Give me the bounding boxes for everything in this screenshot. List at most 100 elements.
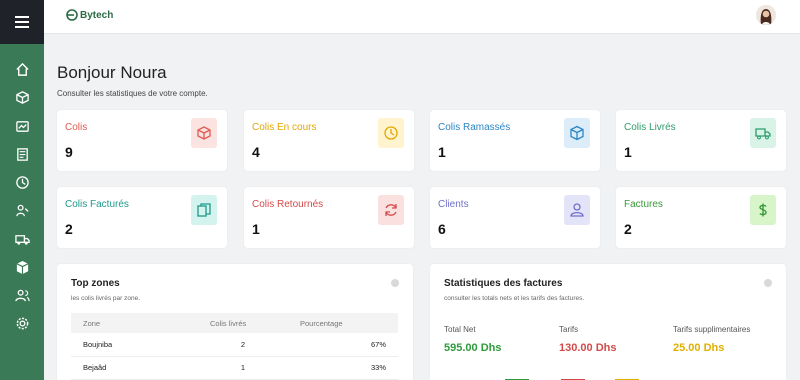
invoice-stats-subtitle: consulter les totals nets et les tarifs … [444, 295, 585, 302]
card-icon-badge [191, 118, 217, 148]
stat-card-colis-en-cours[interactable]: Colis En cours 4 [244, 110, 414, 171]
stat-tarifs: Tarifs 130.00 Dhs [559, 325, 616, 354]
stat-label: Total Net [444, 325, 476, 334]
user-icon [570, 203, 584, 217]
card-label: Colis Livrés [624, 122, 676, 133]
top-zones-title: Top zones [71, 278, 120, 289]
clock-icon [15, 175, 29, 189]
bytech-logo-icon [66, 9, 78, 21]
column-header-colis-livres: Colis livrés [198, 313, 288, 333]
top-zones-table: Zone Colis livrés Pourcentage Boujniba 2… [71, 313, 398, 380]
card-icon-badge [564, 195, 590, 225]
card-icon-badge [750, 195, 776, 225]
stat-label: Tarifs [559, 325, 579, 334]
stat-card-colis-retournes[interactable]: Colis Retournés 1 [244, 187, 414, 248]
sidebar-item-produits[interactable] [0, 254, 44, 280]
stat-label: Tarifs supplimentaires [673, 325, 751, 334]
menu-toggle-button[interactable] [0, 0, 44, 44]
sidebar-item-home[interactable] [0, 56, 44, 82]
card-value: 2 [624, 221, 632, 237]
stat-card-colis[interactable]: Colis 9 [57, 110, 227, 171]
sidebar-item-livreurs[interactable] [0, 197, 44, 223]
column-header-zone: Zone [71, 313, 198, 333]
card-label: Factures [624, 199, 663, 210]
cube-icon [570, 125, 584, 141]
users-icon [14, 289, 30, 301]
refresh-icon [385, 204, 397, 216]
stat-total-net: Total Net 595.00 Dhs [444, 325, 501, 354]
table-row: Bejaâd 1 33% [71, 356, 398, 380]
column-header-pourcentage: Pourcentage [288, 313, 398, 333]
card-value: 2 [65, 221, 73, 237]
card-icon-badge [191, 195, 217, 225]
person-delivery-icon [15, 204, 29, 216]
top-zones-panel: Top zones les colis livrés par zone. Zon… [57, 264, 413, 380]
hamburger-icon [15, 16, 29, 28]
panel-menu-icon[interactable] [391, 279, 399, 287]
zone-cell: Boujniba [71, 333, 198, 357]
settings-icon [16, 317, 28, 329]
zone-cell: Bejaâd [71, 356, 198, 380]
stat-value: 130.00 Dhs [559, 342, 617, 354]
sidebar-item-en-cours[interactable] [0, 169, 44, 195]
documents-icon [197, 203, 211, 217]
page-title: Bonjour Noura [57, 63, 167, 82]
topbar: Bytech [44, 0, 800, 34]
card-value: 4 [252, 144, 260, 160]
stat-card-clients[interactable]: Clients 6 [430, 187, 600, 248]
stat-tarifs-supplementaires: Tarifs supplimentaires 25.00 Dhs [673, 325, 750, 354]
pourcentage-cell: 33% [288, 356, 398, 380]
user-avatar[interactable] [756, 5, 776, 25]
truck-icon [755, 128, 771, 140]
card-label: Colis Facturés [65, 199, 129, 210]
card-icon-badge [750, 118, 776, 148]
sidebar-item-livraison[interactable] [0, 226, 44, 252]
colis-livres-cell: 1 [198, 356, 288, 380]
card-icon-badge [378, 118, 404, 148]
invoice-icon [16, 147, 28, 161]
chart-icon [15, 120, 29, 132]
stat-card-colis-factures[interactable]: Colis Facturés 2 [57, 187, 227, 248]
stat-card-colis-ramasses[interactable]: Colis Ramassés 1 [430, 110, 600, 171]
pourcentage-cell: 67% [288, 333, 398, 357]
truck-icon [14, 234, 30, 245]
stat-card-factures[interactable]: Factures 2 [616, 187, 786, 248]
card-icon-badge [378, 195, 404, 225]
brand-name: Bytech [80, 9, 114, 21]
sidebar-item-settings[interactable] [0, 310, 44, 336]
stat-value: 595.00 Dhs [444, 342, 502, 354]
card-value: 6 [438, 221, 446, 237]
avatar-image [756, 5, 776, 25]
colis-livres-cell: 2 [198, 333, 288, 357]
card-icon-badge [564, 118, 590, 148]
brand-logo[interactable]: Bytech [66, 9, 113, 21]
panel-menu-icon[interactable] [764, 279, 772, 287]
table-row: Boujniba 2 67% [71, 333, 398, 357]
sidebar-item-clients[interactable] [0, 282, 44, 308]
invoice-stats-panel: Statistiques des factures consulter les … [430, 264, 786, 380]
dollar-icon [759, 203, 767, 217]
sidebar-item-colis[interactable] [0, 84, 44, 110]
stat-value: 25.00 Dhs [673, 342, 725, 354]
card-value: 1 [252, 221, 260, 237]
invoice-stats-title: Statistiques des factures [444, 278, 563, 289]
card-label: Colis Retournés [252, 199, 324, 210]
card-label: Clients [438, 199, 469, 210]
card-value: 1 [624, 144, 632, 160]
card-label: Colis Ramassés [438, 122, 511, 133]
card-label: Colis [65, 122, 88, 133]
box-icon [197, 126, 211, 140]
sidebar-item-stats[interactable] [0, 113, 44, 139]
card-label: Colis En cours [252, 122, 317, 133]
sidebar-item-factures[interactable] [0, 141, 44, 167]
home-icon [15, 62, 29, 76]
card-value: 9 [65, 144, 73, 160]
sidebar [0, 0, 44, 380]
stat-card-colis-livres[interactable]: Colis Livrés 1 [616, 110, 786, 171]
card-value: 1 [438, 144, 446, 160]
box-icon [15, 90, 29, 104]
table-header-row: Zone Colis livrés Pourcentage [71, 313, 398, 333]
package-icon [16, 260, 28, 274]
page-subtitle: Consulter les statistiques de votre comp… [57, 89, 208, 98]
top-zones-subtitle: les colis livrés par zone. [71, 295, 140, 302]
